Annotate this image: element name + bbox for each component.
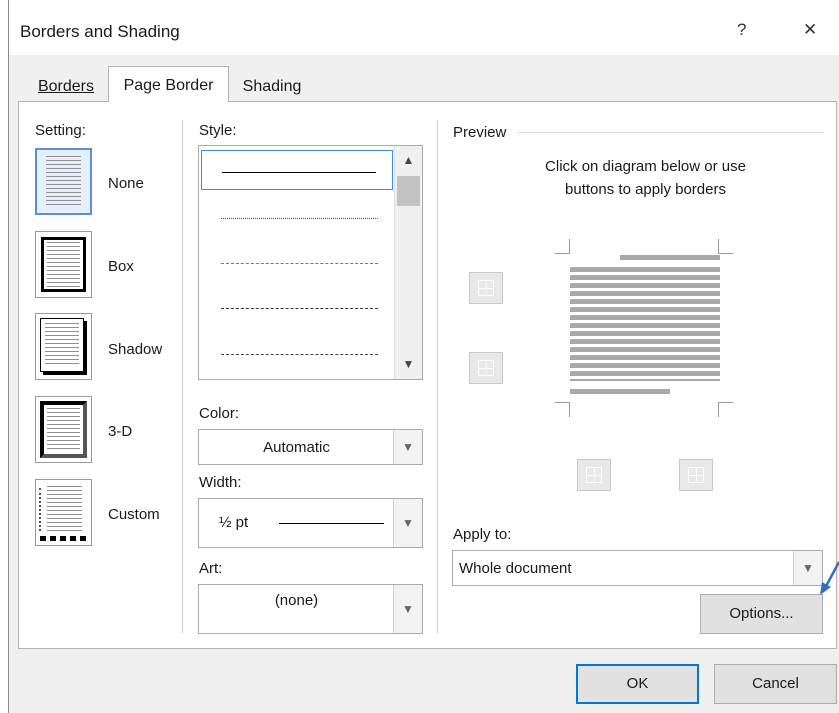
help-icon[interactable]: ? xyxy=(737,20,746,40)
setting-shadow-label[interactable]: Shadow xyxy=(108,341,162,358)
chevron-down-icon[interactable]: ▼ xyxy=(393,585,422,633)
pointer-arrow-icon xyxy=(820,561,839,595)
options-button[interactable]: Options... xyxy=(700,594,823,634)
setting-3d-icon[interactable] xyxy=(35,396,92,463)
color-value: Automatic xyxy=(263,439,330,456)
width-dropdown[interactable]: ½ pt ▼ xyxy=(198,498,423,548)
setting-none-icon[interactable] xyxy=(35,148,92,215)
style-option-dotted[interactable] xyxy=(221,218,378,219)
divider-left xyxy=(182,120,183,633)
preview-divider xyxy=(518,132,824,133)
width-value: ½ pt xyxy=(219,514,249,531)
scroll-down-icon[interactable]: ▼ xyxy=(395,352,422,377)
setting-box-label[interactable]: Box xyxy=(108,258,134,275)
setting-box-icon[interactable] xyxy=(35,231,92,298)
width-line-sample xyxy=(279,523,384,524)
close-icon[interactable]: ✕ xyxy=(803,20,817,40)
style-option-dashed[interactable] xyxy=(221,308,378,309)
color-dropdown[interactable]: Automatic ▼ xyxy=(198,429,423,465)
style-scrollbar[interactable]: ▲ ▼ xyxy=(394,146,422,379)
border-left-icon[interactable] xyxy=(577,459,611,491)
art-dropdown[interactable]: (none) ▼ xyxy=(198,584,423,634)
dialog-title: Borders and Shading xyxy=(20,22,180,41)
preview-instruction-1: Click on diagram below or use xyxy=(545,158,746,175)
tab-page-border[interactable]: Page Border xyxy=(108,66,229,102)
preview-diagram[interactable] xyxy=(553,239,733,419)
setting-none-label[interactable]: None xyxy=(108,175,144,192)
tab-shading-label: Shading xyxy=(242,78,302,95)
setting-3d-label[interactable]: 3-D xyxy=(108,423,132,440)
setting-custom-icon[interactable] xyxy=(35,479,92,546)
border-right-icon[interactable] xyxy=(679,459,713,491)
width-label: Width: xyxy=(199,474,242,491)
tab-borders[interactable]: Borders xyxy=(24,68,108,101)
apply-to-value: Whole document xyxy=(459,560,572,577)
border-top-icon[interactable] xyxy=(469,272,503,304)
apply-to-label: Apply to: xyxy=(453,526,512,543)
style-option-dash-dot[interactable] xyxy=(221,354,378,355)
apply-to-dropdown[interactable]: Whole document ▼ xyxy=(452,550,823,586)
ok-button[interactable]: OK xyxy=(576,664,699,704)
preview-instruction-2: buttons to apply borders xyxy=(565,181,726,198)
cancel-button[interactable]: Cancel xyxy=(714,664,837,704)
style-option-fine-dash[interactable] xyxy=(221,263,378,264)
chevron-down-icon[interactable]: ▼ xyxy=(393,499,422,547)
chevron-down-icon[interactable]: ▼ xyxy=(793,551,822,585)
setting-label: Setting: xyxy=(35,122,86,139)
setting-shadow-icon[interactable] xyxy=(35,313,92,380)
art-label: Art: xyxy=(199,560,223,577)
style-label: Style: xyxy=(199,122,237,139)
color-label: Color: xyxy=(199,405,240,422)
preview-label: Preview xyxy=(453,124,507,141)
chevron-down-icon[interactable]: ▼ xyxy=(393,430,422,464)
tab-page-border-label: Page Border xyxy=(123,77,214,94)
tab-borders-label: Borders xyxy=(37,78,95,95)
scroll-thumb[interactable] xyxy=(397,176,420,206)
border-bottom-icon[interactable] xyxy=(469,352,503,384)
style-list[interactable]: ▲ ▼ xyxy=(198,145,423,380)
style-option-selected[interactable] xyxy=(201,150,393,190)
art-value: (none) xyxy=(274,592,319,609)
divider-right xyxy=(437,120,438,633)
setting-custom-label[interactable]: Custom xyxy=(108,506,160,523)
tab-shading[interactable]: Shading xyxy=(229,68,315,101)
scroll-up-icon[interactable]: ▲ xyxy=(395,148,422,173)
